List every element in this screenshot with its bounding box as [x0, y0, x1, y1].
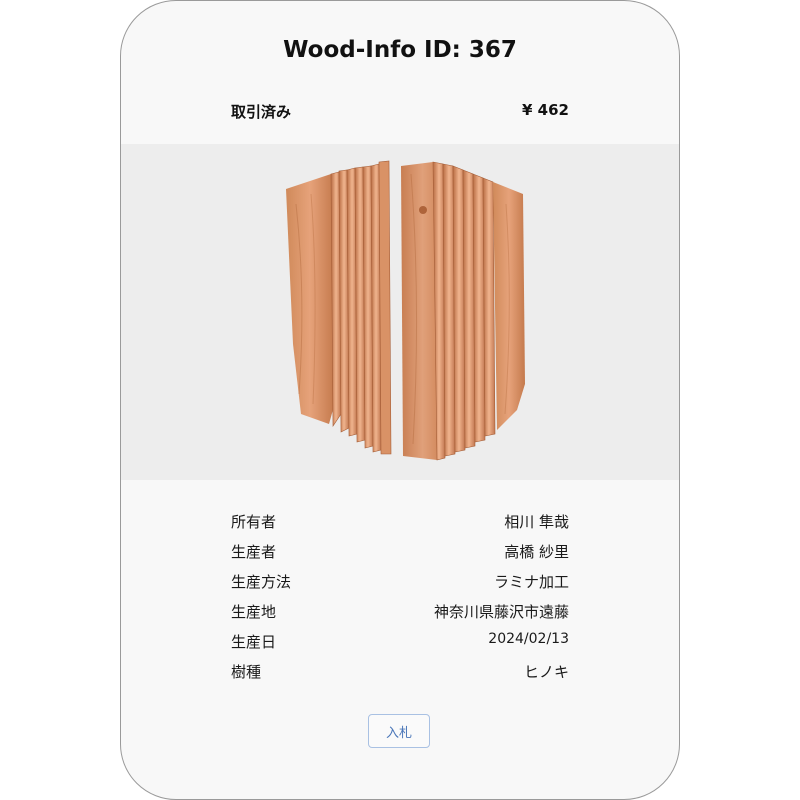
- detail-label: 所有者: [231, 513, 277, 531]
- detail-value: 相川 隼哉: [504, 513, 569, 531]
- detail-label: 生産地: [231, 603, 277, 621]
- transaction-status: 取引済み: [231, 103, 292, 121]
- price-value: ¥ 462: [522, 101, 569, 119]
- detail-row-producer: 生産者 高橋 紗里: [231, 539, 569, 569]
- detail-row-date: 生産日 2024/02/13: [231, 629, 569, 659]
- detail-value: 高橋 紗里: [504, 543, 569, 561]
- details-list: 所有者 相川 隼哉 生産者 高橋 紗里 生産方法 ラミナ加工 生産地 神奈川県藤…: [231, 509, 569, 689]
- card-title: Wood-Info ID: 367: [283, 37, 517, 63]
- detail-row-origin: 生産地 神奈川県藤沢市遠藤: [231, 599, 569, 629]
- wood-info-card: Wood-Info ID: 367 取引済み ¥ 462 所有者 相川 隼哉 生…: [120, 0, 680, 800]
- detail-value: 2024/02/13: [488, 631, 569, 647]
- detail-row-method: 生産方法 ラミナ加工: [231, 569, 569, 599]
- detail-label: 生産者: [231, 543, 277, 561]
- laminated-wood-block-photo: [286, 160, 525, 461]
- detail-row-owner: 所有者 相川 隼哉: [231, 509, 569, 539]
- wood-image: [121, 144, 679, 480]
- detail-label: 生産方法: [231, 573, 292, 591]
- detail-label: 樹種: [231, 663, 262, 681]
- detail-value: ヒノキ: [523, 663, 569, 681]
- detail-row-species: 樹種 ヒノキ: [231, 659, 569, 689]
- detail-value: 神奈川県藤沢市遠藤: [433, 603, 569, 621]
- detail-value: ラミナ加工: [493, 573, 569, 591]
- bid-button[interactable]: 入札: [368, 714, 430, 748]
- status-price-row: 取引済み ¥ 462: [231, 101, 569, 123]
- detail-label: 生産日: [231, 633, 277, 651]
